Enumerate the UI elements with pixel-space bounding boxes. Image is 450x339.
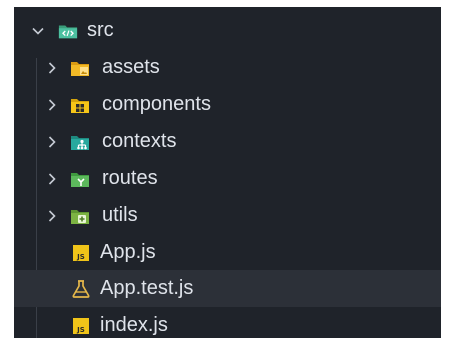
tree-folder-utils[interactable]: utils bbox=[14, 197, 441, 234]
tree-item-label: utils bbox=[102, 204, 138, 226]
tree-item-label: App.js bbox=[100, 241, 156, 263]
tree-item-label: components bbox=[102, 93, 211, 115]
tree-file-app-test-js[interactable]: App.test.js bbox=[14, 270, 441, 307]
tree-item-label: routes bbox=[102, 167, 158, 189]
tree-item-label: index.js bbox=[100, 314, 168, 336]
tree-folder-src[interactable]: src bbox=[14, 12, 441, 49]
tree-file-index-js[interactable]: JS index.js bbox=[14, 307, 441, 338]
assets-folder-icon bbox=[70, 59, 90, 77]
javascript-file-icon: JS bbox=[71, 244, 91, 262]
chevron-right-icon[interactable] bbox=[44, 208, 60, 224]
utils-folder-icon bbox=[70, 207, 90, 225]
tree-item-label: contexts bbox=[102, 130, 177, 152]
tree-folder-components[interactable]: components bbox=[14, 86, 441, 123]
tree-file-app-js[interactable]: JS App.js bbox=[14, 234, 441, 271]
tree-folder-assets[interactable]: assets bbox=[14, 49, 441, 86]
chevron-right-icon[interactable] bbox=[44, 97, 60, 113]
routes-folder-icon bbox=[70, 170, 90, 188]
file-explorer-panel: src assets components contexts routes ut… bbox=[14, 7, 441, 338]
tree-folder-contexts[interactable]: contexts bbox=[14, 123, 441, 160]
tree-item-label: assets bbox=[102, 56, 160, 78]
tree-folder-routes[interactable]: routes bbox=[14, 160, 441, 197]
chevron-down-icon[interactable] bbox=[30, 23, 46, 39]
components-folder-icon bbox=[70, 96, 90, 114]
test-flask-icon bbox=[71, 279, 91, 298]
chevron-right-icon[interactable] bbox=[44, 134, 60, 150]
svg-text:JS: JS bbox=[76, 326, 85, 334]
svg-text:JS: JS bbox=[76, 253, 85, 261]
tree-item-label: App.test.js bbox=[100, 277, 194, 299]
tree-item-label: src bbox=[87, 19, 114, 41]
chevron-right-icon[interactable] bbox=[44, 60, 60, 76]
javascript-file-icon: JS bbox=[71, 317, 91, 335]
chevron-right-icon[interactable] bbox=[44, 171, 60, 187]
code-folder-icon bbox=[58, 22, 78, 40]
contexts-folder-icon bbox=[70, 133, 90, 151]
